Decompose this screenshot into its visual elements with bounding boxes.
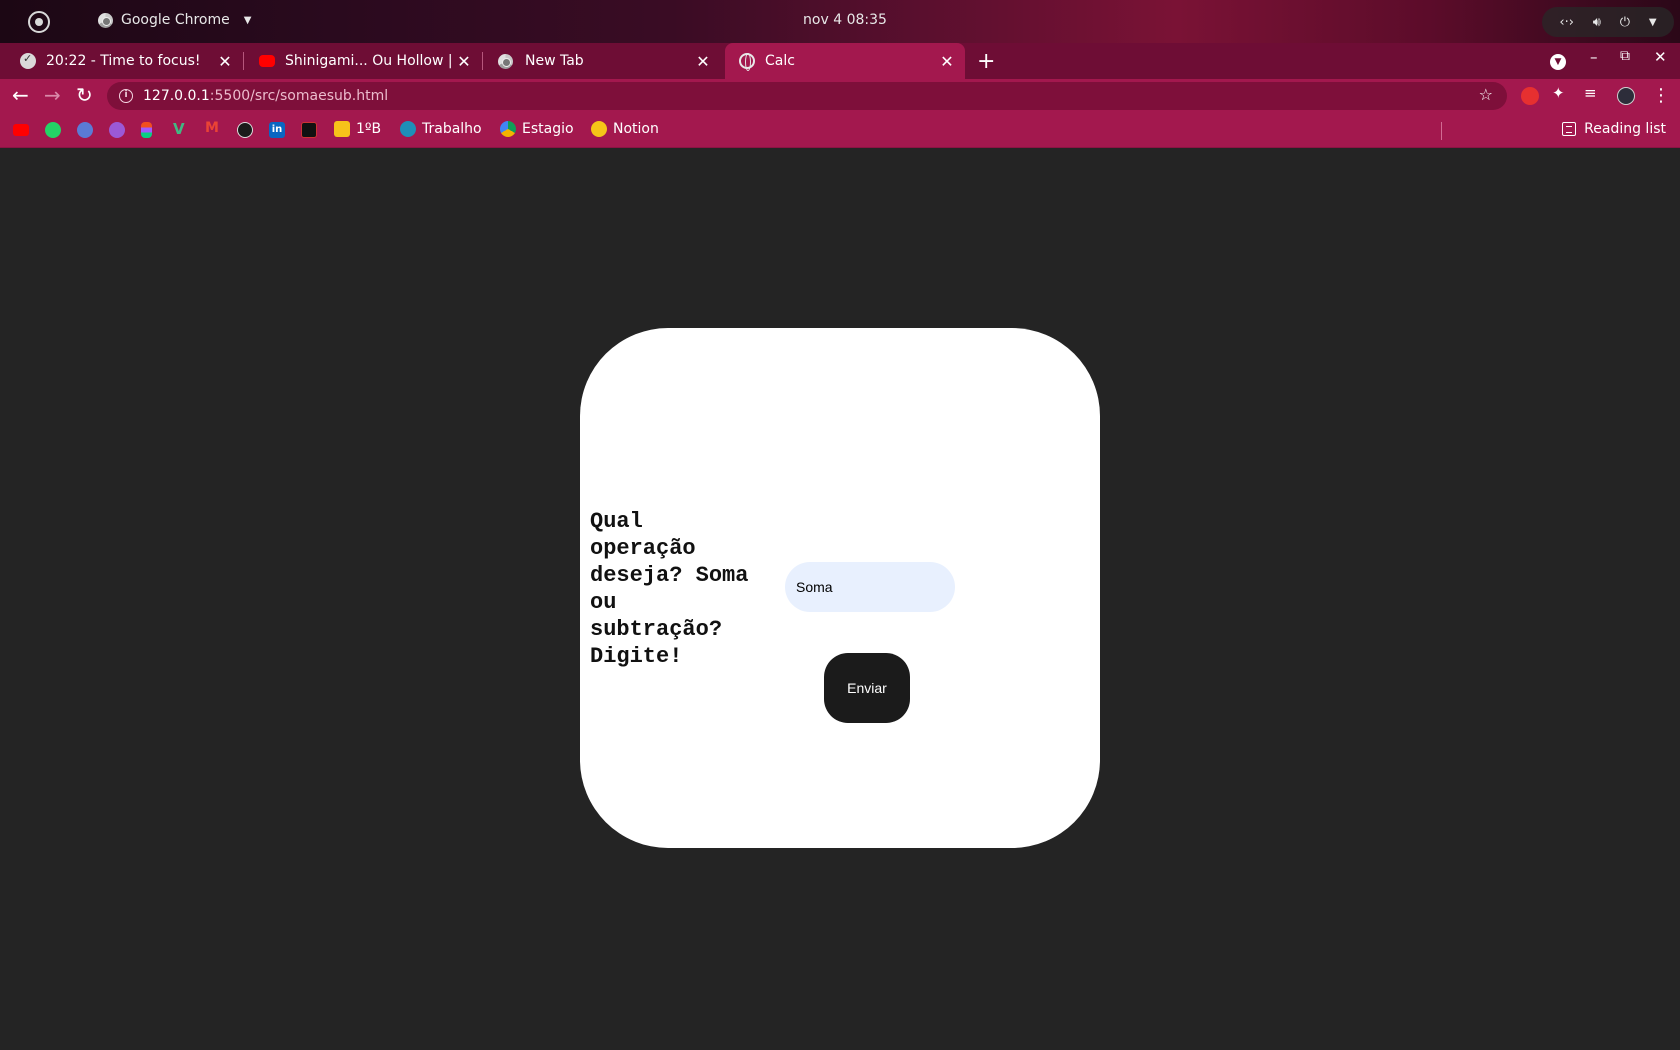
shield-icon[interactable] [109,122,125,138]
activities-icon[interactable] [28,11,50,33]
tab-title: New Tab [525,53,584,69]
tab-strip: 20:22 - Time to focus! ✕ Shinigami... Ou… [0,43,1680,79]
menu-icon[interactable]: ⋮ [1652,85,1670,106]
bookmark-label: Estagio [522,121,574,137]
bookmarks-divider [1441,122,1442,140]
tab-title: 20:22 - Time to focus! [46,53,201,69]
bookmark-circle-icon [400,121,416,137]
github-icon[interactable] [237,122,253,138]
bookmarks-bar: V M in 1ºB Trabalho Estagio Notion Readi… [0,113,1680,148]
media-queue-icon[interactable]: ≡ [1584,84,1602,102]
volume-icon: 🔊︎ [1592,14,1601,30]
app-menu-label: Google Chrome [121,12,230,28]
system-tray[interactable]: ‹·› 🔊︎ ⏻ ▼ [1542,7,1674,37]
power-icon: ⏻ [1619,14,1631,30]
bookmark-notion[interactable]: Notion [591,121,659,137]
close-icon[interactable]: ✕ [691,52,715,71]
minimize-icon[interactable]: – [1590,48,1598,66]
browser-toolbar: ← → ↻ i 127.0.0.1:5500/src/somaesub.html… [0,79,1680,113]
globe-icon [739,53,755,71]
restore-icon[interactable]: ⧉ [1620,48,1630,64]
page-viewport: Qual operação deseja? Soma ou subtração?… [0,149,1680,1050]
whatsapp-icon[interactable] [45,122,61,138]
youtube-icon [259,55,275,67]
vue-icon[interactable]: V [173,120,189,138]
bookmark-label: Notion [613,121,659,137]
address-bar[interactable]: i 127.0.0.1:5500/src/somaesub.html ☆ [107,82,1507,110]
tab-youtube[interactable]: Shinigami... Ou Hollow | Ic ✕ [243,43,483,79]
emoji-icon [591,121,607,137]
gmail-icon[interactable]: M [205,120,221,136]
close-window-icon[interactable]: ✕ [1654,48,1667,66]
url-host: 127.0.0.1 [143,88,210,104]
youtube-icon[interactable] [13,124,29,136]
puzzle-icon[interactable]: ✦ [1552,84,1570,102]
check-circle-icon [20,52,36,69]
app-menu[interactable]: Google Chrome ▼ [98,12,251,28]
new-tab-button[interactable]: + [977,49,995,74]
tab-focus-timer[interactable]: 20:22 - Time to focus! ✕ [0,43,244,79]
bookmark-label: Trabalho [422,121,482,137]
tab-new-tab[interactable]: New Tab ✕ [482,43,721,79]
tab-search-icon[interactable]: ▼ [1550,50,1566,70]
submit-button[interactable]: Enviar [824,653,910,723]
tab-title: Shinigami... Ou Hollow | Ic [285,53,452,69]
bookmark-trabalho[interactable]: Trabalho [400,121,482,137]
figma-icon[interactable] [141,122,152,138]
chevron-down-icon: ▼ [243,14,252,26]
extension-red-icon[interactable] [1521,87,1539,105]
url-path: :5500/src/somaesub.html [209,88,389,104]
avatar[interactable] [1617,87,1635,105]
bookmark-star-icon[interactable]: ☆ [1479,85,1493,104]
chevron-down-icon: ▼ [1648,16,1657,28]
bookmark-dark-icon[interactable] [301,122,317,138]
system-top-bar: Google Chrome ▼ nov 4 08:35 ‹·› 🔊︎ ⏻ ▼ [0,0,1680,43]
back-icon[interactable]: ← [12,83,29,107]
reload-icon[interactable]: ↻ [76,83,93,107]
bookmark-1b[interactable]: 1ºB [334,121,381,137]
info-icon[interactable]: i [119,89,133,103]
operation-input[interactable] [785,562,955,612]
tab-title: Calc [765,53,795,69]
operation-question: Qual operação deseja? Soma ou subtração?… [590,509,749,669]
close-icon[interactable]: ✕ [213,52,237,71]
calc-card: Qual operação deseja? Soma ou subtração?… [580,328,1100,848]
linkedin-icon[interactable]: in [269,122,285,138]
close-icon[interactable]: ✕ [935,52,959,71]
network-icon: ‹·› [1559,14,1574,30]
bookmark-estagio[interactable]: Estagio [500,121,574,137]
chrome-icon [98,12,113,28]
close-icon[interactable]: ✕ [452,52,476,71]
drive-icon [500,121,516,137]
bookmark-badge-icon[interactable] [77,122,93,138]
bookmark-label: 1ºB [356,121,382,137]
tab-calc[interactable]: Calc ✕ [725,43,965,79]
forward-icon[interactable]: → [44,83,61,107]
clock[interactable]: nov 4 08:35 [800,12,890,28]
reading-list-button[interactable]: Reading list [1562,121,1666,137]
reading-list-label: Reading list [1584,121,1666,137]
classroom-icon [334,121,350,137]
reading-list-icon [1562,122,1577,136]
chrome-icon [498,53,513,69]
